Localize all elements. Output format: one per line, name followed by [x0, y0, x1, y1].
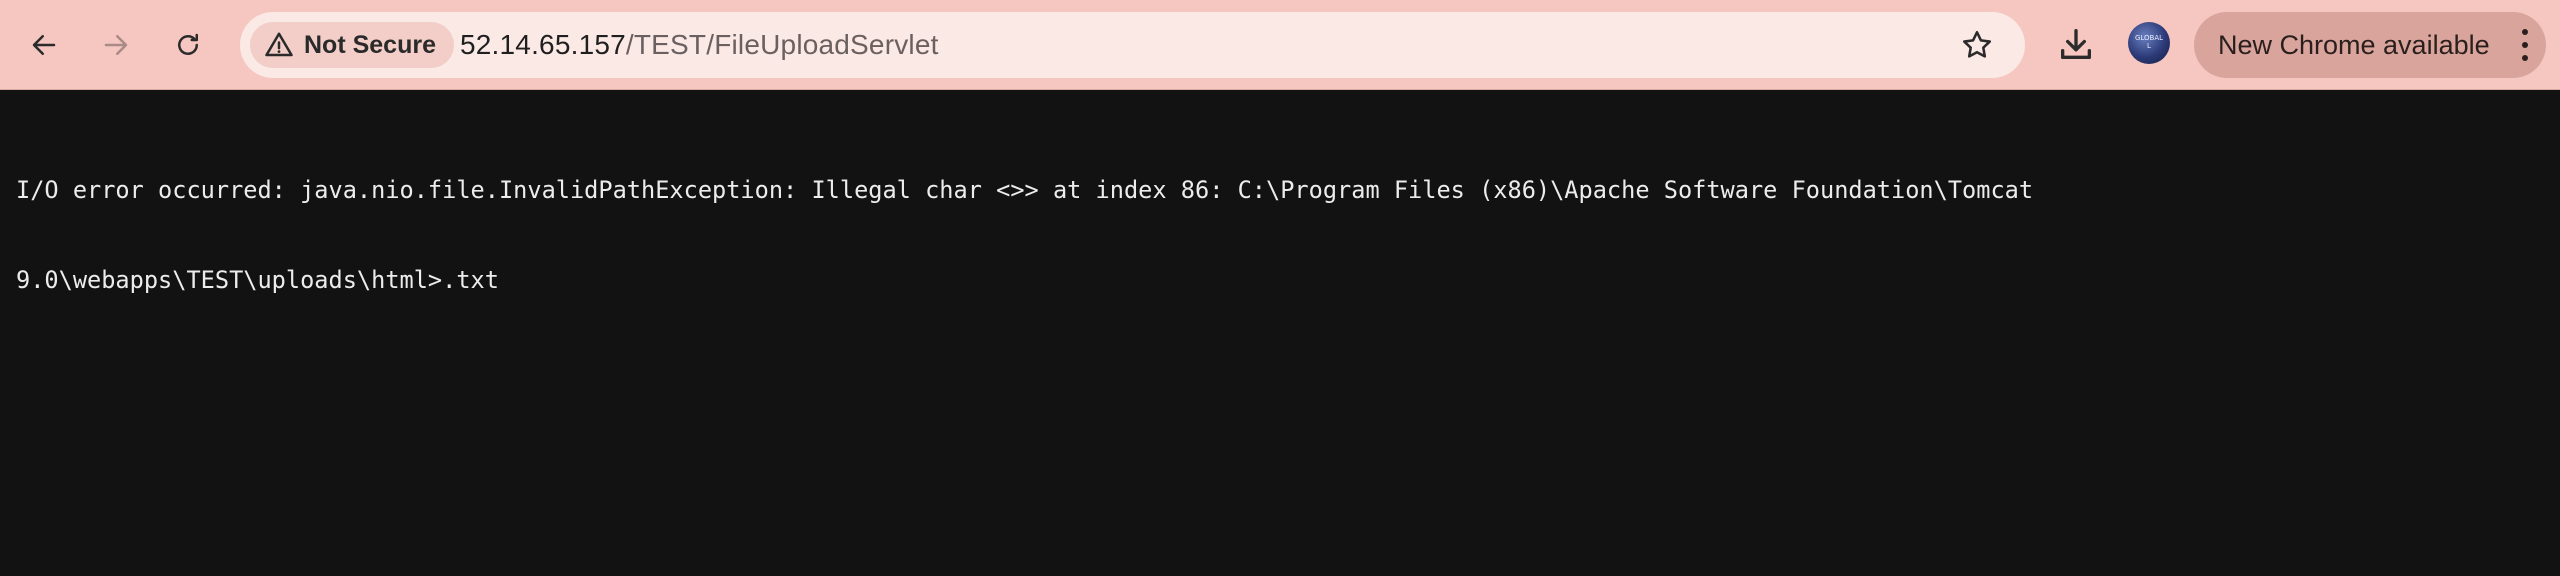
arrow-left-icon	[32, 35, 56, 55]
security-label: Not Secure	[304, 30, 436, 59]
kebab-menu-icon[interactable]	[2518, 29, 2532, 61]
url-text[interactable]: 52.14.65.157/TEST/FileUploadServlet	[460, 12, 939, 78]
star-icon[interactable]	[1959, 27, 1995, 63]
warning-triangle-icon	[265, 32, 293, 57]
reload-icon	[178, 33, 198, 55]
download-icon[interactable]	[2056, 24, 2096, 64]
update-label: New Chrome available	[2218, 29, 2490, 60]
reload-button[interactable]	[160, 17, 216, 73]
arrow-right-icon	[104, 35, 128, 55]
error-message-line-1: I/O error occurred: java.nio.file.Invali…	[16, 176, 2034, 204]
url-path: /TEST/FileUploadServlet	[625, 29, 939, 60]
page-content: I/O error occurred: java.nio.file.Invali…	[16, 115, 2536, 325]
back-button[interactable]	[16, 17, 72, 73]
security-indicator[interactable]: Not Secure	[250, 22, 454, 68]
url-host: 52.14.65.157	[460, 29, 626, 60]
forward-button[interactable]	[88, 17, 144, 73]
avatar-text-second: L	[2147, 42, 2151, 50]
new-chrome-available-button[interactable]: New Chrome available	[2194, 12, 2546, 78]
error-message-line-2: 9.0\webapps\TEST\uploads\html>.txt	[16, 266, 499, 294]
browser-toolbar: Not Secure 52.14.65.157/TEST/FileUploadS…	[0, 0, 2560, 90]
address-bar[interactable]: Not Secure 52.14.65.157/TEST/FileUploadS…	[240, 12, 2025, 78]
profile-avatar[interactable]: GLOBAL L	[2128, 22, 2170, 64]
